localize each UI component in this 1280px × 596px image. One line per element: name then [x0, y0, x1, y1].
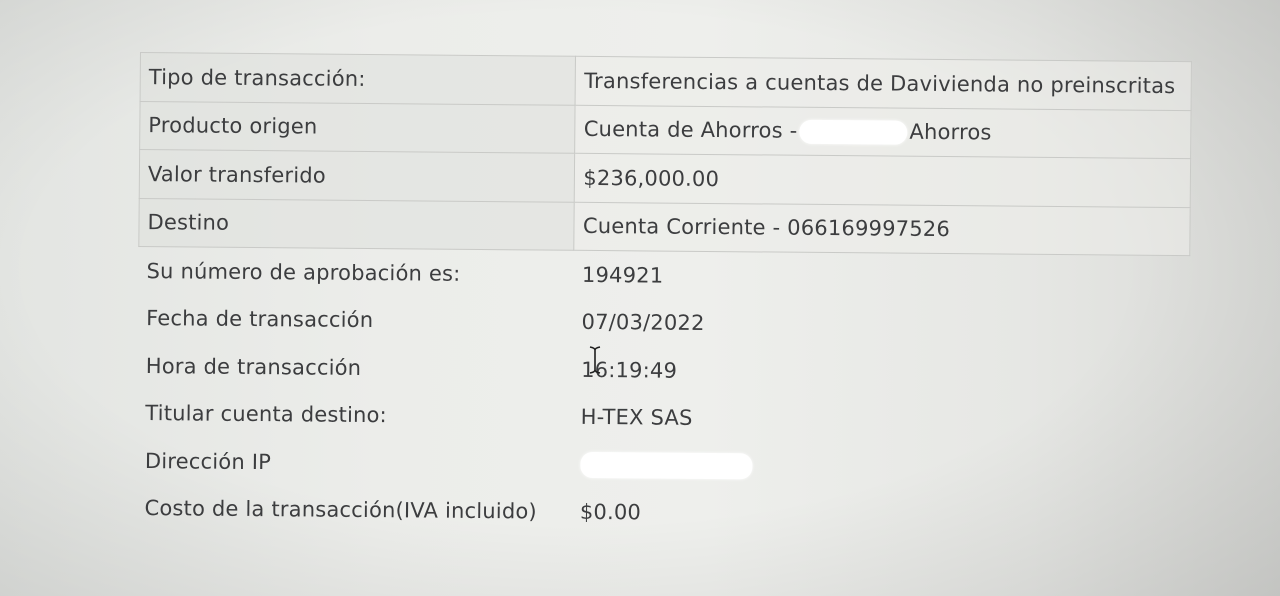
transaction-details-table: Tipo de transacción: Transferencias a cu… — [136, 52, 1192, 541]
amount-label: Valor transferido — [139, 149, 576, 202]
text-cursor-icon — [589, 346, 601, 374]
source-product-value: Cuenta de Ahorros - Ahorros — [575, 104, 1192, 159]
destination-value: Cuenta Corriente - 066169997526 — [574, 201, 1191, 256]
transaction-type-value: Transferencias a cuentas de Davivienda n… — [575, 56, 1192, 111]
transaction-cost-label: Costo de la transacción(IVA incluido) — [144, 496, 537, 524]
date-label: Fecha de transacción — [146, 306, 374, 333]
destination-label: Destino — [138, 197, 575, 251]
transaction-cost-value: $0.00 — [579, 500, 642, 525]
time-value: 16:19:49 — [581, 357, 678, 383]
redacted-ip-address — [580, 451, 753, 480]
destination-holder-label: Titular cuenta destino: — [145, 401, 387, 428]
ip-address-value — [572, 441, 1188, 494]
row-transaction-cost: Costo de la transacción(IVA incluido) $0… — [136, 484, 1187, 541]
amount-value: $236,000.00 — [574, 153, 1191, 208]
time-label: Hora de transacción — [145, 353, 362, 380]
date-value: 07/03/2022 — [581, 310, 705, 336]
transaction-type-label: Tipo de transacción: — [140, 52, 576, 105]
approval-number-label: Su número de aprobación es: — [146, 258, 461, 286]
destination-holder-value: H-TEX SAS — [580, 405, 693, 431]
source-product-prefix: Cuenta de Ahorros - — [583, 116, 798, 143]
redacted-account-number — [799, 119, 908, 145]
source-product-label: Producto origen — [139, 101, 576, 154]
ip-address-label: Dirección IP — [144, 448, 272, 474]
source-product-suffix: Ahorros — [909, 119, 992, 145]
approval-number-value: 194921 — [581, 262, 664, 288]
